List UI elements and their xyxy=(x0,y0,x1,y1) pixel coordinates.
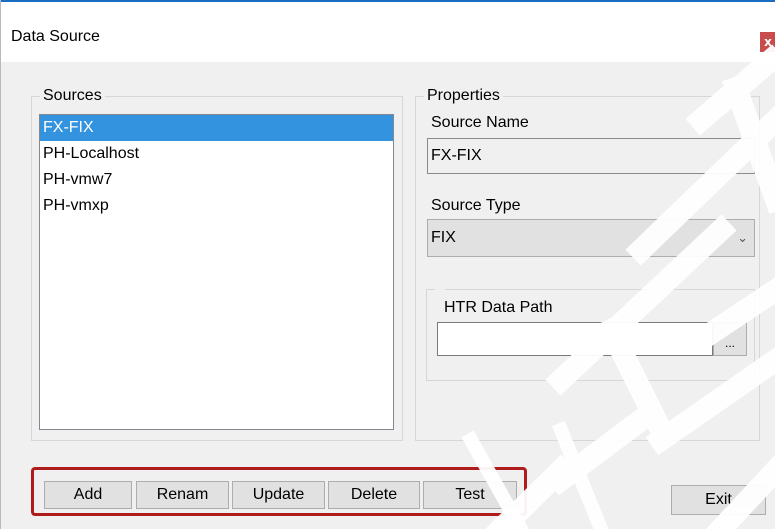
source-type-select[interactable]: FIX ⌄ xyxy=(427,219,755,257)
sources-list[interactable]: FX-FIX PH-Localhost PH-vmw7 PH-vmxp xyxy=(39,114,394,430)
close-icon: x xyxy=(764,35,772,49)
sources-group-label: Sources xyxy=(43,87,102,104)
source-name-field[interactable]: FX-FIX xyxy=(427,138,755,174)
exit-button[interactable]: Exit xyxy=(671,485,766,515)
browse-button[interactable]: ... xyxy=(713,322,747,356)
window-title: Data Source xyxy=(11,28,100,45)
list-item[interactable]: PH-vmxp xyxy=(40,193,393,219)
list-item[interactable]: PH-vmw7 xyxy=(40,167,393,193)
list-item[interactable]: PH-Localhost xyxy=(40,141,393,167)
list-item[interactable]: FX-FIX xyxy=(40,115,393,141)
highlight-box xyxy=(31,467,527,516)
properties-group-label: Properties xyxy=(427,87,500,104)
chevron-down-icon: ⌄ xyxy=(737,230,748,245)
data-source-dialog: Data Source x Sources FX-FIX PH-Localhos… xyxy=(0,0,775,529)
source-type-label: Source Type xyxy=(431,197,521,214)
title-bar: Data Source x xyxy=(1,0,775,62)
source-type-value: FIX xyxy=(431,229,456,246)
source-name-label: Source Name xyxy=(431,114,529,131)
htr-data-path-label: HTR Data Path xyxy=(444,299,553,316)
htr-data-path-field[interactable] xyxy=(437,322,713,356)
close-button[interactable]: x xyxy=(760,32,775,52)
